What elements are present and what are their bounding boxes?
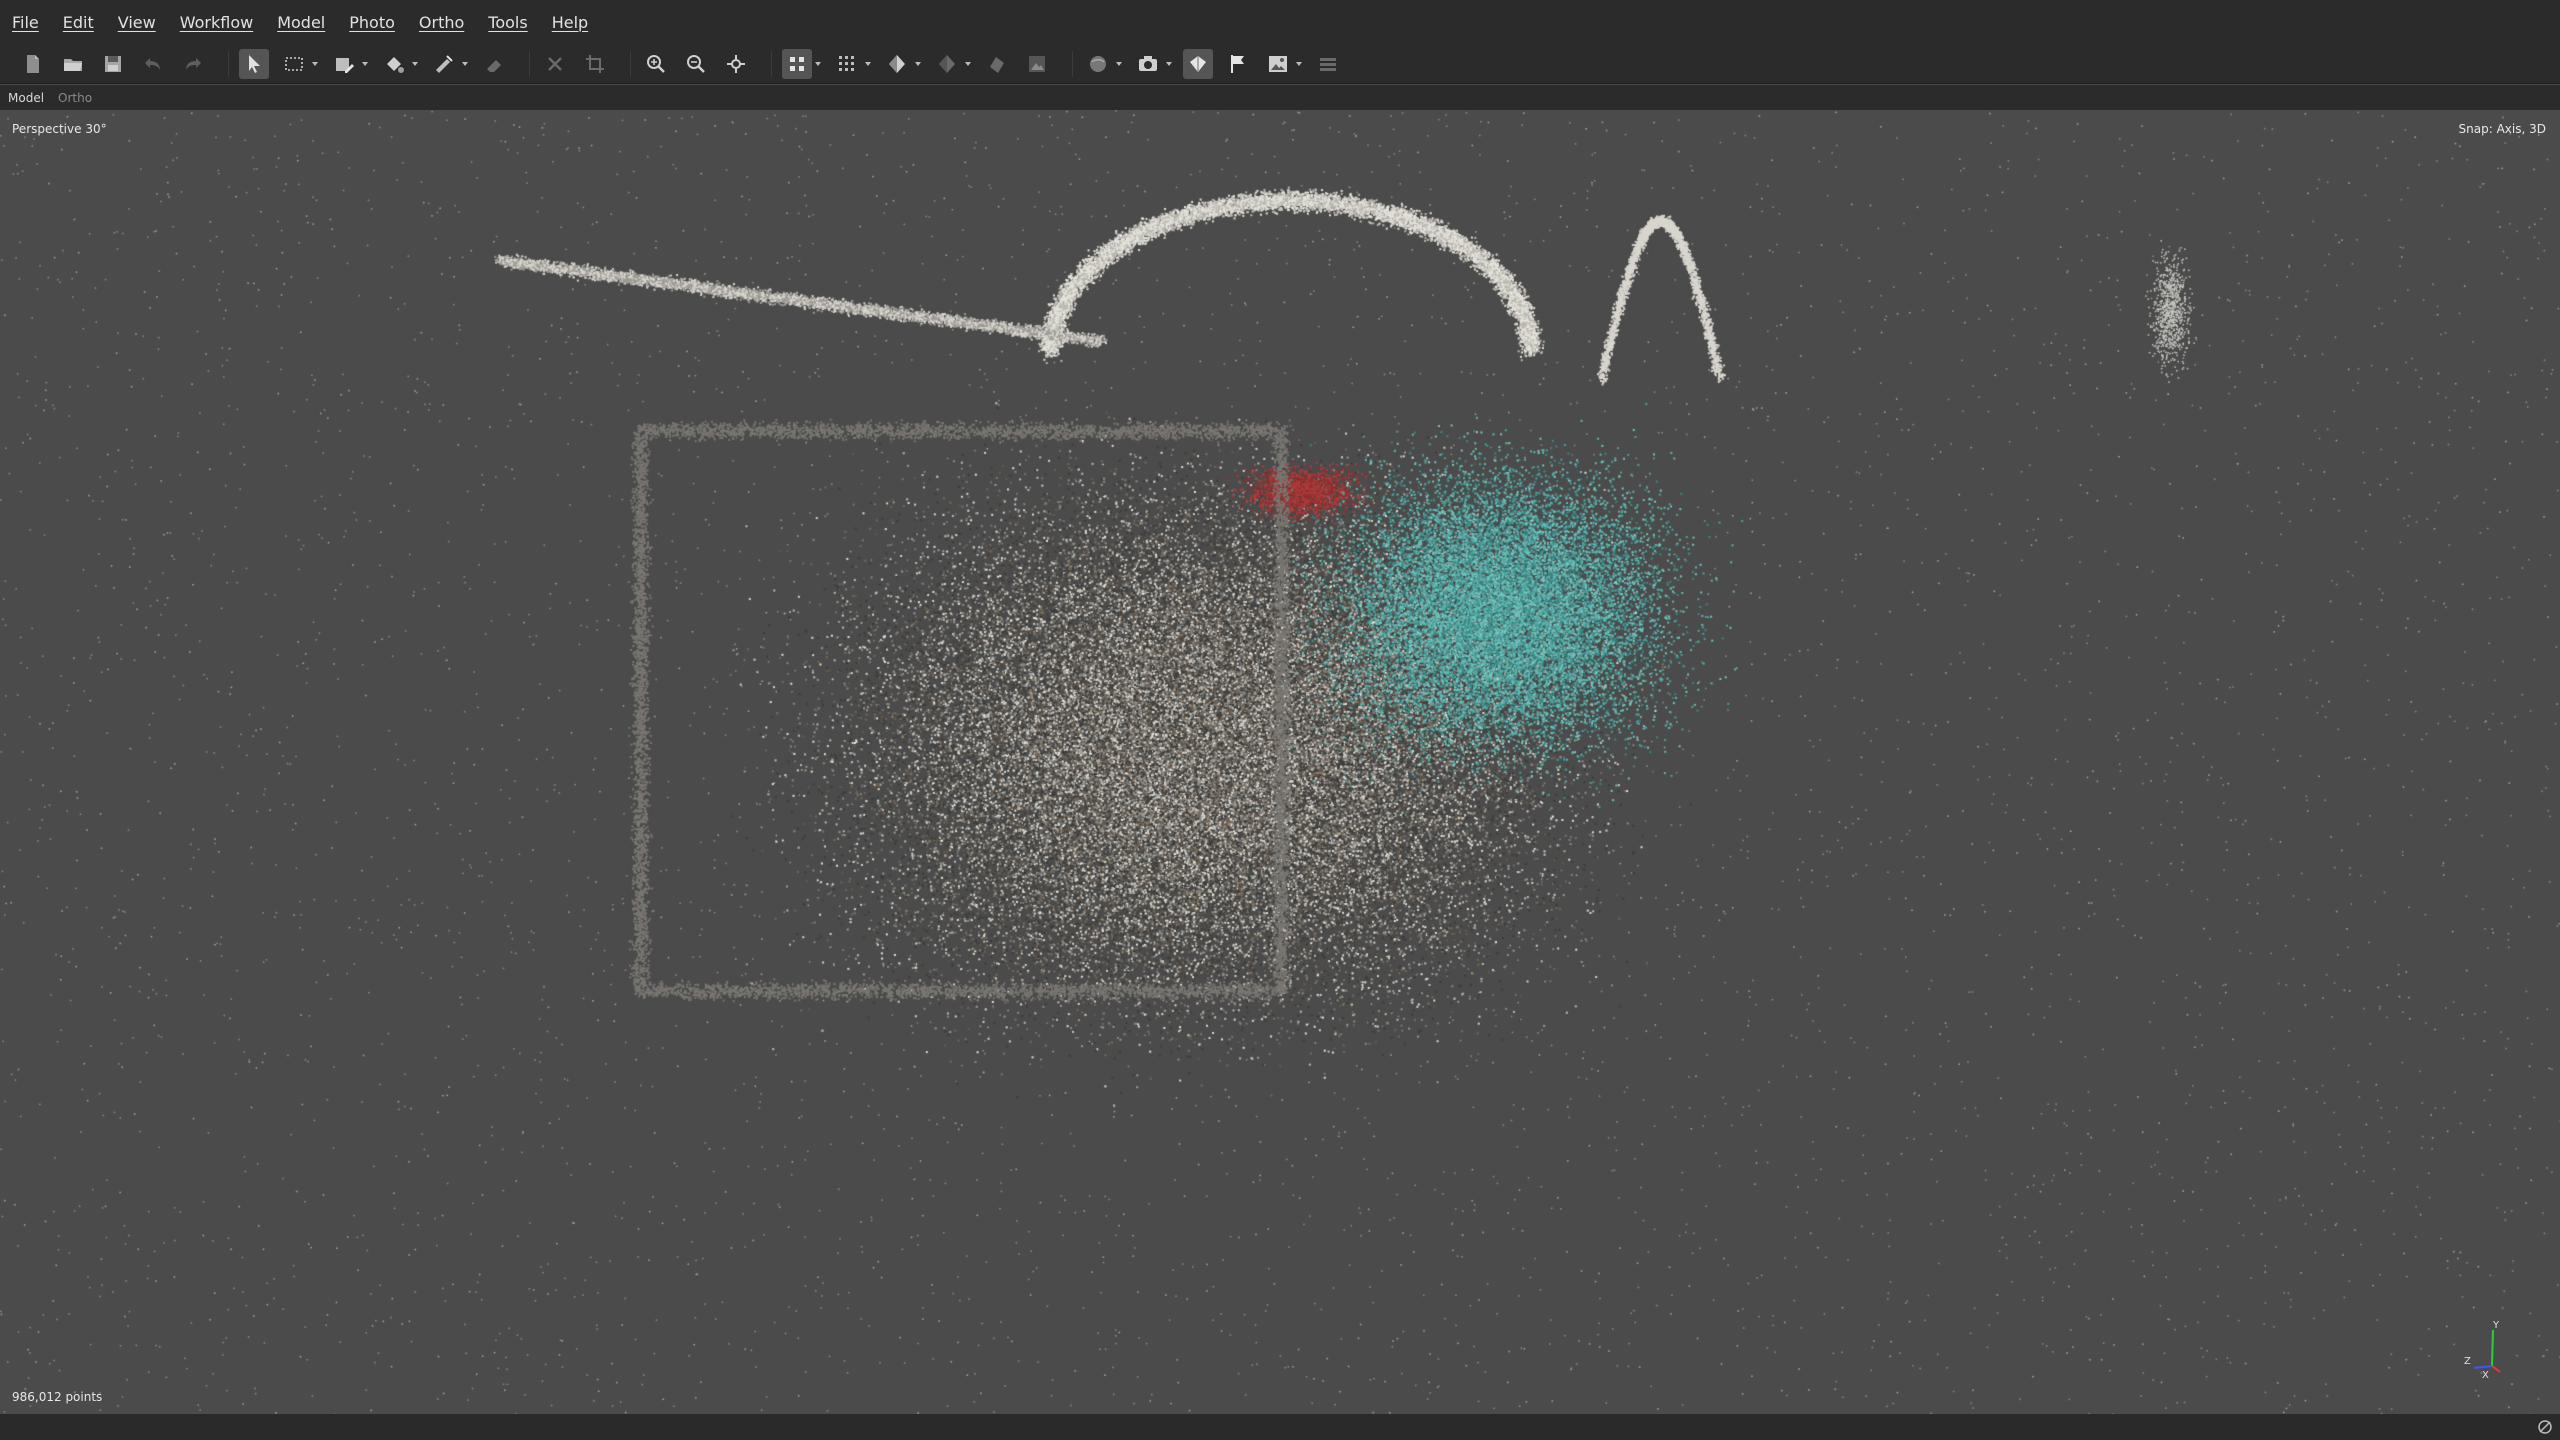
image-icon[interactable] [1263,49,1293,79]
rectangle-selection-icon[interactable] [279,49,309,79]
chevron-down-icon[interactable] [1115,49,1123,79]
network-status-icon[interactable] [2536,1418,2554,1436]
undo-icon[interactable] [138,49,168,79]
point-cloud-render[interactable] [0,110,2560,1414]
chevron-down-icon[interactable] [814,49,822,79]
chevron-down-icon[interactable] [914,49,922,79]
toolbar-separator [228,50,229,77]
menu-help[interactable]: Help [552,13,588,32]
axis-z-label: Z [2464,1356,2471,1367]
tiled-model-icon[interactable] [982,49,1012,79]
tab-model[interactable]: Model [8,91,44,105]
toolbar-separator [529,50,530,77]
snap-status: Snap: Axis, 3D [2458,122,2546,136]
markers-flag-icon[interactable] [1223,49,1253,79]
grid-points-icon[interactable] [832,49,862,79]
menu-photo[interactable]: Photo [349,13,395,32]
shaded-model-icon[interactable] [882,49,912,79]
chevron-down-icon[interactable] [461,49,469,79]
chevron-down-icon[interactable] [311,49,319,79]
point-cloud-icon[interactable] [782,48,812,79]
menu-model[interactable]: Model [277,13,325,32]
layers-icon[interactable] [1313,49,1343,79]
model-viewport[interactable]: Perspective 30° Snap: Axis, 3D 986,012 p… [0,110,2560,1414]
open-folder-icon[interactable] [58,49,88,79]
save-icon[interactable] [98,49,128,79]
ruler-icon[interactable] [429,49,459,79]
tab-ortho[interactable]: Ortho [58,91,92,105]
menu-ortho[interactable]: Ortho [419,13,464,32]
chevron-down-icon[interactable] [361,49,369,79]
chevron-down-icon[interactable] [964,49,972,79]
shapes-icon[interactable] [1183,48,1213,79]
menu-workflow[interactable]: Workflow [180,13,253,32]
menu-edit[interactable]: Edit [63,13,94,32]
app-window: File Edit View Workflow Model Photo Orth… [0,0,2560,1440]
axis-gizmo-icon: Y Z X [2464,1320,2501,1380]
point-count: 986,012 points [12,1390,103,1404]
toolbar-separator [630,50,631,77]
menu-bar: File Edit View Workflow Model Photo Orth… [0,0,2560,44]
chevron-down-icon[interactable] [1295,49,1303,79]
textured-model-icon[interactable] [932,49,962,79]
zoom-in-icon[interactable] [641,49,671,79]
zoom-out-icon[interactable] [681,49,711,79]
new-document-icon[interactable] [18,49,48,79]
camera-icon[interactable] [1133,49,1163,79]
view-tab-bar: Model Ortho [0,85,2560,110]
eraser-icon[interactable] [479,49,509,79]
dem-icon[interactable] [1022,49,1052,79]
menu-view[interactable]: View [118,13,156,32]
toolbar-separator [1072,50,1073,77]
paint-bucket-icon[interactable] [379,49,409,79]
main-toolbar [0,44,2560,84]
delete-icon[interactable] [540,49,570,79]
crop-icon[interactable] [580,49,610,79]
chevron-down-icon[interactable] [864,49,872,79]
redo-icon[interactable] [178,49,208,79]
chevron-down-icon[interactable] [411,49,419,79]
status-bar [0,1414,2560,1440]
axis-x-label: X [2482,1370,2489,1380]
menu-file[interactable]: File [12,13,39,32]
axis-y-label: Y [2492,1320,2500,1331]
chevron-down-icon[interactable] [1165,49,1173,79]
menu-tools[interactable]: Tools [488,13,527,32]
projection-label: Perspective 30° [12,122,107,136]
navigation-arrow-icon[interactable] [239,48,269,79]
reset-view-icon[interactable] [721,49,751,79]
draw-shape-icon[interactable] [329,49,359,79]
toolbar-separator [771,50,772,77]
region-icon[interactable] [1083,49,1113,79]
